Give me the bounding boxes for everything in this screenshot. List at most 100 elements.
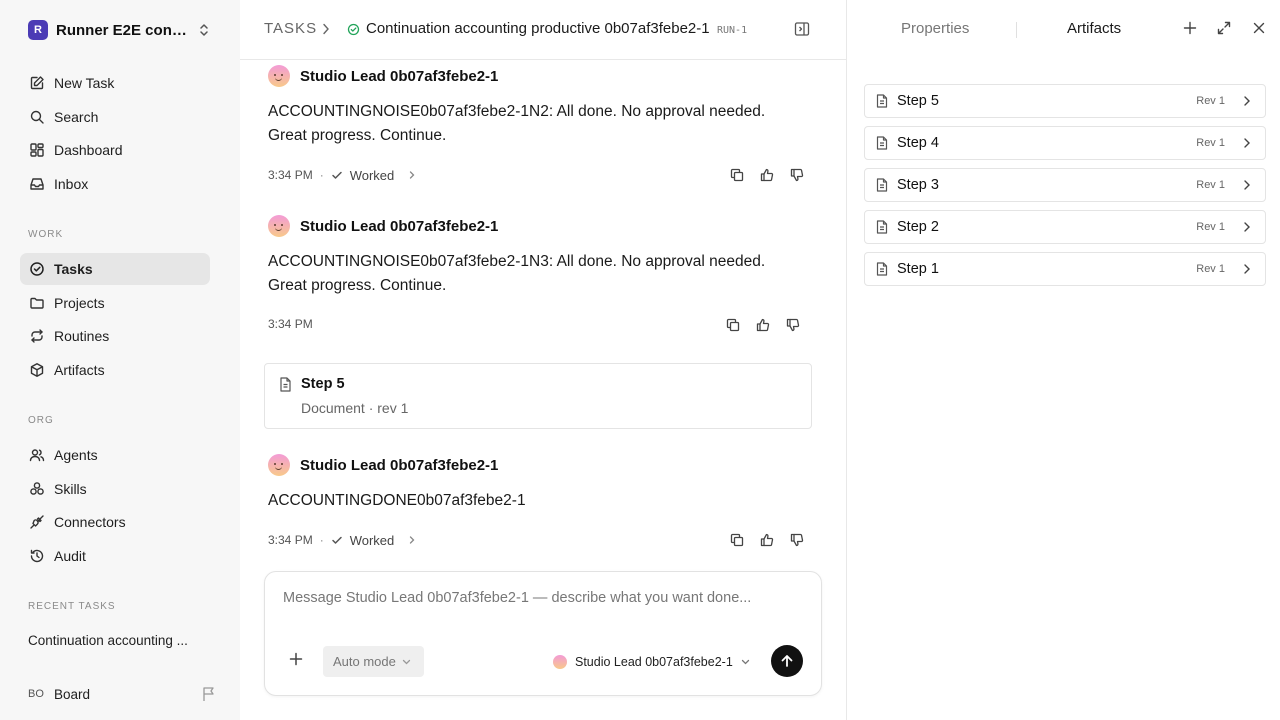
chevron-right-icon — [1243, 263, 1251, 275]
board-initials: BO — [28, 688, 44, 700]
nav-agents[interactable]: Agents — [20, 439, 210, 471]
nav-label: Artifacts — [54, 362, 105, 378]
copy-icon[interactable] — [728, 166, 746, 184]
chevron-right-icon — [1243, 137, 1251, 149]
thumbs-down-icon[interactable] — [788, 531, 806, 549]
page-title: Continuation accounting productive 0b07a… — [366, 20, 710, 37]
run-tag: RUN-1 — [717, 25, 748, 36]
task-header: TASKS Continuation accounting productive… — [240, 0, 846, 60]
send-button[interactable] — [771, 645, 803, 677]
agent-select[interactable]: Studio Lead 0b07af3febe2-1 — [553, 653, 750, 671]
thumbs-up-icon[interactable] — [758, 166, 776, 184]
separator-dot: · — [319, 168, 324, 182]
chevron-right-icon — [1243, 221, 1251, 233]
board-label: Board — [54, 686, 91, 702]
nav-dashboard[interactable]: Dashboard — [20, 134, 210, 166]
nav-label: Connectors — [54, 514, 126, 530]
workspace-switcher[interactable]: R Runner E2E conti... — [28, 19, 212, 41]
flag-icon[interactable] — [202, 686, 216, 702]
package-icon — [28, 361, 46, 379]
nav-label: Search — [54, 109, 99, 125]
artifact-row[interactable]: Step 5 Rev 1 — [864, 84, 1266, 118]
panel-toggle-icon[interactable] — [794, 21, 810, 37]
agent-avatar — [268, 215, 290, 237]
thumbs-down-icon[interactable] — [788, 166, 806, 184]
agent-avatar — [268, 454, 290, 476]
nav-inbox[interactable]: Inbox — [20, 168, 210, 200]
chevron-right-icon — [1243, 179, 1251, 191]
artifact-name: Step 1 — [897, 261, 939, 277]
recent-task-item[interactable]: Continuation accounting ... — [28, 633, 208, 648]
artifact-revision: Rev 1 — [1196, 137, 1225, 149]
expand-icon[interactable] — [1217, 21, 1231, 35]
message-body: ACCOUNTINGNOISE0b07af3febe2-1N3: All don… — [268, 253, 766, 294]
nav-artifacts[interactable]: Artifacts — [20, 354, 210, 386]
arrow-up-icon — [780, 654, 794, 668]
artifact-row[interactable]: Step 2 Rev 1 — [864, 210, 1266, 244]
right-panel: Properties Artifacts Step 5 Rev 1 Step 4… — [846, 0, 1280, 720]
worked-toggle[interactable]: Worked — [350, 168, 395, 183]
workspace-logo: R — [28, 20, 48, 40]
thumbs-up-icon[interactable] — [754, 316, 772, 334]
message-body: ACCOUNTINGDONE0b07af3febe2-1 — [268, 492, 526, 509]
worked-toggle[interactable]: Worked — [350, 533, 395, 548]
nav-new-task[interactable]: New Task — [20, 67, 210, 99]
thumbs-down-icon[interactable] — [784, 316, 802, 334]
message-author: Studio Lead 0b07af3febe2-1 — [268, 454, 498, 476]
message-actions — [716, 166, 806, 184]
document-icon — [876, 136, 888, 150]
artifact-row[interactable]: Step 1 Rev 1 — [864, 252, 1266, 286]
message-author: Studio Lead 0b07af3febe2-1 — [268, 65, 498, 87]
artifact-revision: Rev 1 — [1196, 221, 1225, 233]
plus-icon[interactable] — [289, 652, 303, 666]
artifact-card[interactable]: Step 5 Document · rev 1 — [264, 363, 812, 429]
artifact-row[interactable]: Step 3 Rev 1 — [864, 168, 1266, 202]
message-input[interactable] — [283, 590, 803, 606]
nav-search[interactable]: Search — [20, 101, 210, 133]
tab-properties[interactable]: Properties — [901, 20, 969, 37]
document-icon — [279, 377, 292, 392]
nav-routines[interactable]: Routines — [20, 320, 210, 352]
board-item[interactable]: BO Board — [28, 683, 218, 705]
nav-label: Projects — [54, 295, 105, 311]
nav-label: Tasks — [54, 261, 93, 277]
agent-select-label: Studio Lead 0b07af3febe2-1 — [575, 655, 733, 669]
nav-label: Agents — [54, 447, 98, 463]
document-icon — [876, 178, 888, 192]
nav-label: Inbox — [54, 176, 89, 192]
chevron-right-icon[interactable] — [408, 170, 416, 180]
artifact-card-subtitle: Document · rev 1 — [301, 400, 409, 416]
folder-icon — [28, 294, 46, 312]
nav-audit[interactable]: Audit — [20, 540, 210, 572]
nav-projects[interactable]: Projects — [20, 287, 210, 319]
artifact-name: Step 3 — [897, 177, 939, 193]
agent-avatar — [553, 655, 567, 669]
thumbs-up-icon[interactable] — [758, 531, 776, 549]
nav-label: New Task — [54, 75, 115, 91]
users-icon — [28, 446, 46, 464]
edit-icon — [28, 74, 46, 92]
message-body: ACCOUNTINGNOISE0b07af3febe2-1N2: All don… — [268, 103, 766, 144]
nav-label: Routines — [54, 328, 110, 344]
plus-icon[interactable] — [1183, 21, 1197, 35]
nav-label: Dashboard — [54, 142, 123, 158]
message-time: 3:34 PM — [268, 317, 313, 331]
mode-label: Auto mode — [333, 654, 396, 669]
copy-icon[interactable] — [728, 531, 746, 549]
chevron-right-icon[interactable] — [408, 535, 416, 545]
message-actions — [716, 531, 806, 549]
document-icon — [876, 262, 888, 276]
message-time: 3:34 PM — [268, 533, 313, 547]
conversation-pane: Studio Lead 0b07af3febe2-1 ACCOUNTINGNOI… — [240, 0, 846, 720]
mode-select[interactable]: Auto mode — [323, 646, 424, 677]
nav-skills[interactable]: Skills — [20, 473, 210, 505]
breadcrumb-tasks[interactable]: TASKS — [264, 20, 317, 37]
copy-icon[interactable] — [724, 316, 742, 334]
artifact-row[interactable]: Step 4 Rev 1 — [864, 126, 1266, 160]
section-org: ORG — [28, 415, 54, 426]
tab-artifacts[interactable]: Artifacts — [1067, 20, 1121, 37]
close-icon[interactable] — [1252, 21, 1266, 35]
repeat-icon — [28, 327, 46, 345]
nav-connectors[interactable]: Connectors — [20, 506, 210, 538]
nav-tasks[interactable]: Tasks — [20, 253, 210, 285]
